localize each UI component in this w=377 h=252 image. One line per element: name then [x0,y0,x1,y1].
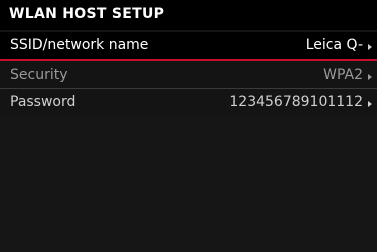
menu-item-value: 123456789101112 [229,94,363,110]
title-bar: WLAN HOST SETUP [0,0,377,30]
empty-menu-area [0,115,377,252]
camera-menu-screen: WLAN HOST SETUP SSID/network name Leica … [0,0,377,252]
menu-item-ssid[interactable]: SSID/network name Leica Q- [0,32,377,61]
chevron-right-icon [368,74,372,80]
selection-highlight [0,59,377,61]
menu-item-value: WPA2 [323,67,363,83]
chevron-right-icon [368,101,372,107]
menu-item-label: Password [10,94,76,110]
menu-item-label: Security [10,67,68,83]
page-title: WLAN HOST SETUP [9,6,165,22]
chevron-right-icon [368,44,372,50]
menu-item-label: SSID/network name [10,37,149,53]
menu-item-password[interactable]: Password 123456789101112 [0,89,377,116]
menu-item-security[interactable]: Security WPA2 [0,62,377,89]
menu-item-value: Leica Q- [305,37,363,53]
